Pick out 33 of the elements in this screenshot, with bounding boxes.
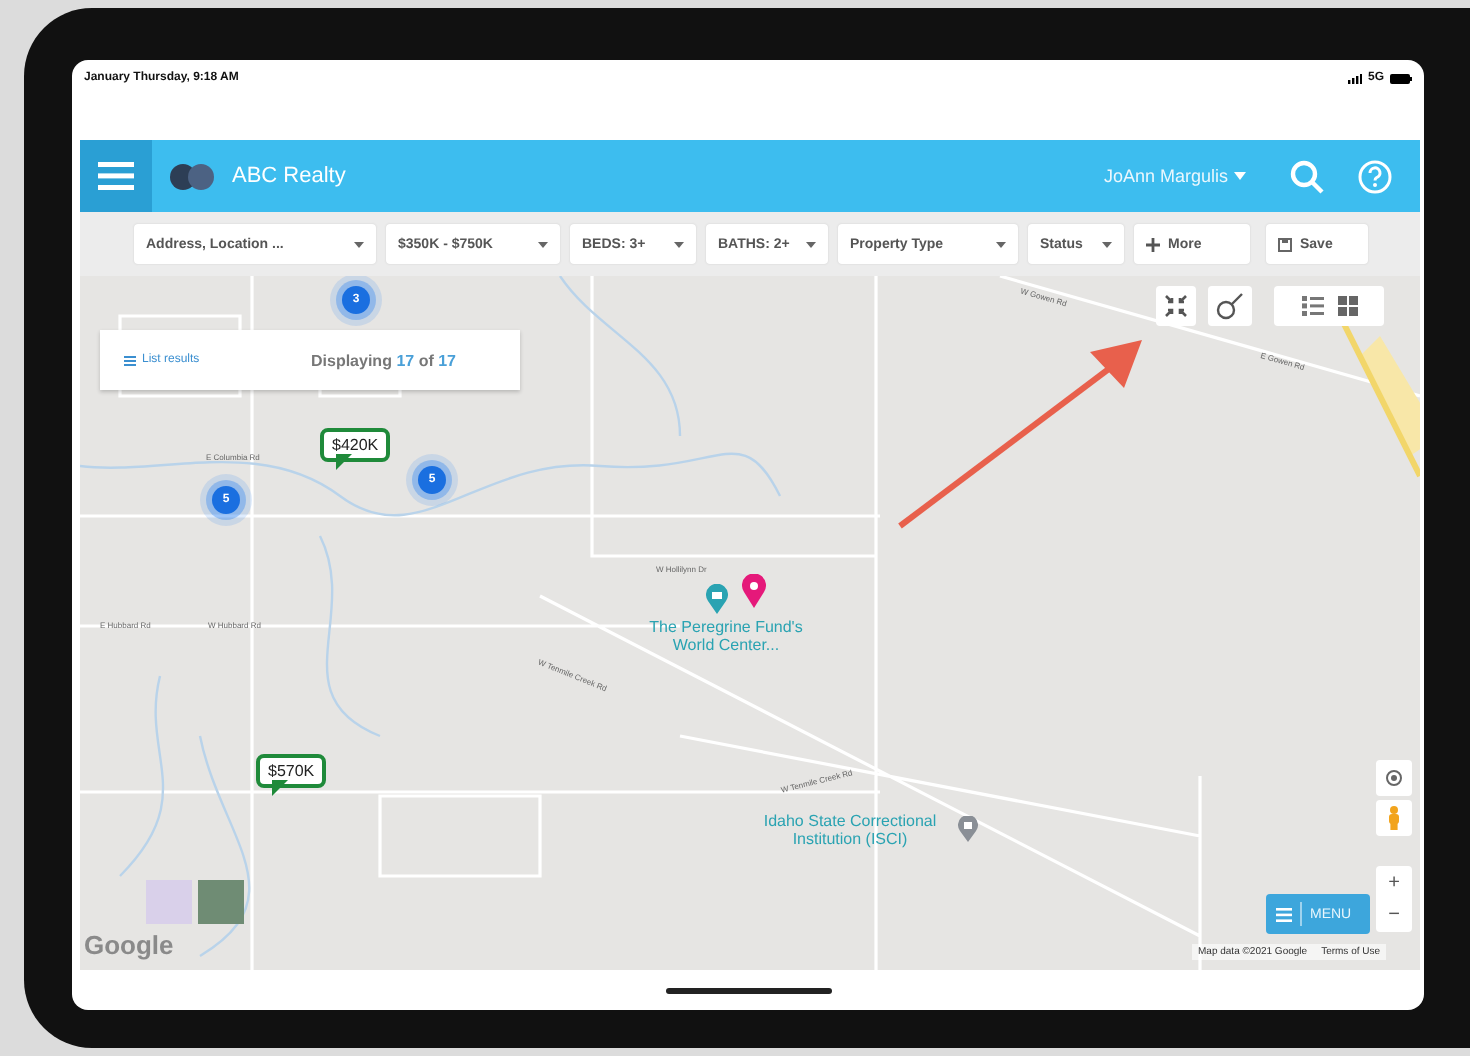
place-pin-icon[interactable] (958, 816, 978, 842)
battery-icon (1390, 73, 1412, 83)
map-logo: Google (84, 930, 174, 960)
draw-brush-icon[interactable] (1208, 286, 1252, 326)
menu-button[interactable] (80, 140, 152, 212)
zoom-in-button[interactable]: + (1376, 866, 1412, 899)
home-indicator[interactable] (665, 987, 831, 993)
signal-icon (1347, 73, 1362, 83)
help-icon[interactable] (1358, 159, 1392, 193)
grid-view-icon[interactable] (1337, 296, 1357, 316)
menu-icon (1276, 907, 1292, 921)
plus-icon (1146, 237, 1160, 251)
caret-icon (996, 241, 1006, 247)
caret-icon (1234, 172, 1246, 180)
menu-icon (98, 162, 134, 190)
caret-icon (354, 241, 364, 247)
list-icon (124, 355, 136, 365)
results-summary: Displaying 17 of 17 (311, 351, 456, 369)
satellite-thumbnail[interactable] (198, 880, 244, 924)
caret-icon (1102, 241, 1112, 247)
location-icon[interactable] (1376, 760, 1412, 796)
save-icon (1278, 237, 1292, 251)
caret-icon (674, 241, 684, 247)
list-view-icon[interactable] (1301, 296, 1323, 316)
zoom-out-button[interactable]: − (1376, 899, 1412, 932)
search-icon[interactable] (1290, 159, 1324, 193)
brand-name: ABC Realty (232, 164, 346, 188)
collapse-icon[interactable] (1156, 286, 1196, 326)
camera-pin-icon[interactable] (706, 584, 728, 614)
logo-icon (170, 163, 214, 189)
caret-icon (538, 241, 548, 247)
location-pin-icon[interactable] (742, 574, 766, 608)
caret-icon (806, 241, 816, 247)
